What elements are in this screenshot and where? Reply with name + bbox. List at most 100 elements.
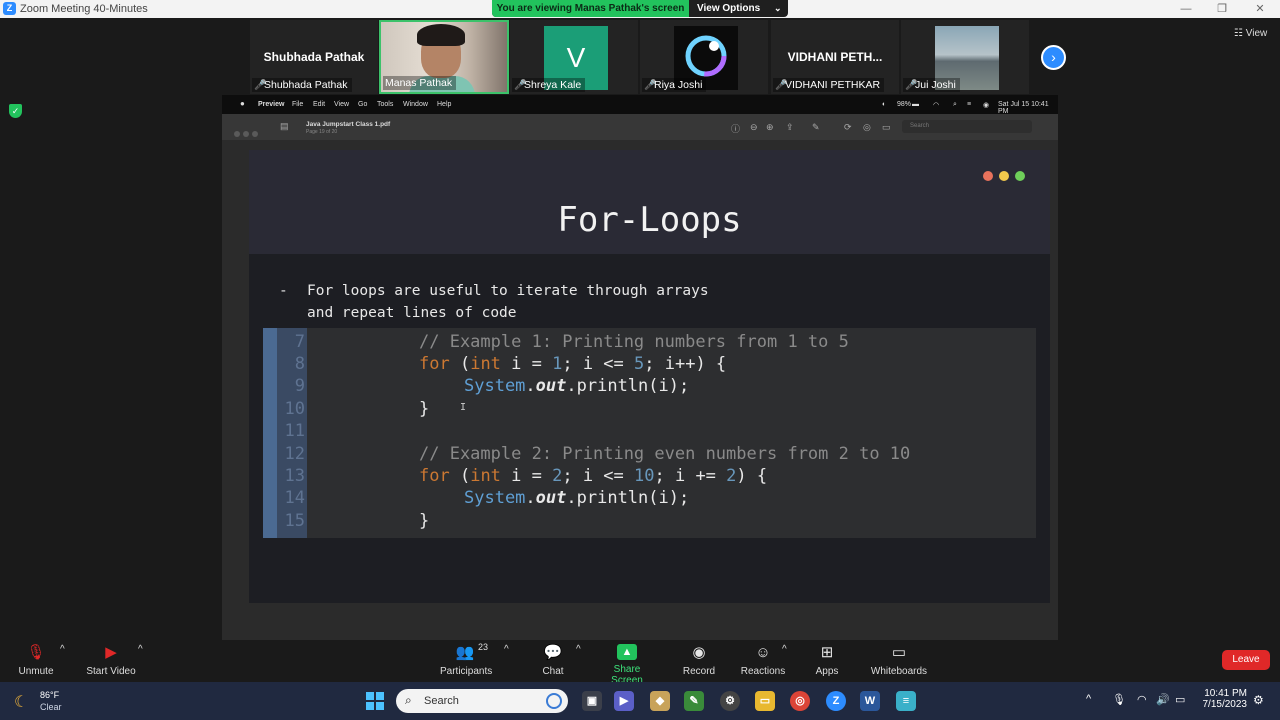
participant-nameplate: 🎤Shubhada Pathak — [252, 78, 352, 92]
wifi-icon[interactable]: ◠ — [1137, 693, 1147, 706]
dot-red — [983, 171, 993, 181]
moon-icon: ☾ — [14, 694, 29, 711]
line-number: 7 — [294, 332, 305, 352]
participant-tile-jui[interactable]: 🎤Jui Joshi — [901, 20, 1029, 94]
participant-nameplate: 🎤Riya Joshi — [642, 78, 707, 92]
video-options-chevron-icon[interactable]: ^ — [138, 644, 143, 655]
code-line: for (int i = 2; i <= 10; i += 2) { — [419, 466, 768, 486]
participant-nameplate: 🎤Jui Joshi — [903, 78, 960, 92]
record-icon: ◉ — [692, 644, 706, 661]
menu-app-name: Preview — [258, 101, 285, 108]
apps-button[interactable]: ⊞ Apps — [814, 644, 840, 677]
participant-tile-shreya[interactable]: V 🎤Shreya Kale — [510, 20, 638, 94]
notepad-icon[interactable]: ≡ — [896, 691, 916, 711]
teams-icon[interactable]: ▶ — [614, 691, 634, 711]
shared-screen: ● Preview File Edit View Go Tools Window… — [222, 95, 1058, 640]
line-number: 9 — [294, 376, 305, 396]
start-video-button[interactable]: ▶ Start Video — [86, 644, 136, 677]
chat-button[interactable]: 💬 Chat — [540, 644, 566, 677]
word-icon[interactable]: W — [860, 691, 880, 711]
leave-meeting-button[interactable]: Leave — [1222, 650, 1270, 670]
file-explorer-like-icon[interactable]: ◆ — [650, 691, 670, 711]
screen-share-banner: You are viewing Manas Pathak's screen Vi… — [492, 0, 788, 17]
taskbar-search-input[interactable]: ⌕ Search — [396, 689, 568, 713]
next-page-button[interactable]: › — [1041, 45, 1066, 70]
zoom-in-icon: ⊕ — [766, 122, 774, 132]
code-block: 7 8 9 10 11 12 13 14 15 // Example 1: Pr… — [263, 328, 1036, 538]
slide-header: For-Loops — [249, 150, 1050, 254]
code-comment: // Example 1: Printing numbers from 1 to… — [419, 332, 849, 352]
menu-item-tools: Tools — [377, 101, 394, 108]
chat-chevron-icon[interactable]: ^ — [576, 644, 581, 655]
markup-icon: ✎ — [812, 122, 820, 132]
menu-item-edit: Edit — [313, 101, 326, 108]
bing-icon — [546, 693, 562, 709]
view-layout-button[interactable]: ☷ View — [1234, 28, 1267, 39]
folder-icon[interactable]: ▭ — [755, 691, 775, 711]
muted-mic-icon: 🎤 — [775, 80, 788, 91]
sidebar-icon: ▤ — [280, 121, 289, 131]
document-title: Java Jumpstart Class 1.pdf — [306, 121, 391, 128]
record-button[interactable]: ◉ Record — [682, 644, 716, 677]
task-view-icon[interactable]: ▣ — [582, 691, 602, 711]
page-indicator: Page 19 of 20 — [306, 129, 338, 135]
menu-item-view: View — [334, 101, 350, 108]
dot-green — [1015, 171, 1025, 181]
app-icon[interactable]: ✎ — [684, 691, 704, 711]
view-options-button[interactable]: View Options — [697, 0, 760, 17]
unmute-button[interactable]: 🎙 Unmute — [18, 644, 54, 677]
code-line: for (int i = 1; i <= 5; i++) { — [419, 354, 727, 374]
minimize-button[interactable]: — — [1176, 2, 1196, 16]
reactions-chevron-icon[interactable]: ^ — [782, 644, 787, 655]
video-off-icon: ▶ — [105, 644, 117, 661]
control-center-icon: ≡ — [967, 101, 972, 108]
participant-video-hair — [417, 24, 465, 46]
maximize-button[interactable]: ❐ — [1212, 2, 1232, 16]
muted-mic-icon: 🎤 — [514, 80, 527, 91]
settings-icon[interactable]: ⚙ — [720, 691, 740, 711]
participants-chevron-icon[interactable]: ^ — [504, 644, 509, 655]
text-cursor-icon: I — [460, 402, 467, 413]
volume-icon[interactable]: 🔊 — [1156, 693, 1170, 706]
battery-icon[interactable]: ▭ — [1175, 693, 1185, 706]
menu-item-go: Go — [358, 101, 368, 108]
participant-tile-shubhada[interactable]: Shubhada Pathak 🎤Shubhada Pathak — [250, 20, 378, 94]
participant-tile-manas[interactable]: Manas Pathak — [379, 20, 509, 94]
close-window-button[interactable]: ✕ — [1250, 2, 1270, 16]
participants-count: 23 — [478, 642, 489, 652]
info-icon: ⓘ — [731, 124, 741, 134]
chevron-down-icon[interactable]: ⌄ — [774, 0, 782, 17]
mac-menu-bar: ● Preview File Edit View Go Tools Window… — [222, 95, 1058, 115]
windows-start-icon[interactable] — [366, 692, 384, 710]
apps-icon: ⊞ — [820, 644, 834, 661]
muted-mic-icon: 🎤 — [254, 80, 267, 91]
form-icon: ▭ — [882, 122, 891, 132]
share-screen-icon: ▲ — [617, 644, 637, 660]
search-icon: ⌕ — [953, 101, 957, 108]
apple-icon: ● — [240, 99, 245, 108]
microphone-icon[interactable]: 🎙 — [1112, 693, 1126, 706]
whiteboards-button[interactable]: ▭ Whiteboards — [870, 644, 928, 677]
search-placeholder: Search — [424, 695, 459, 707]
participant-display-name: VIDHANI PETH... — [787, 50, 883, 64]
chrome-icon[interactable]: ◎ — [790, 691, 810, 711]
battery-label: 98% — [897, 101, 912, 108]
audio-options-chevron-icon[interactable]: ^ — [60, 644, 65, 655]
weather-temperature: 86°F — [40, 690, 60, 700]
notification-icon[interactable]: ⚙ — [1253, 693, 1264, 707]
participant-tile-riya[interactable]: 🎤Riya Joshi — [640, 20, 768, 94]
share-screen-button[interactable]: ▲ Share Screen — [598, 644, 656, 686]
participants-button[interactable]: 👥 23 Participants — [440, 642, 492, 677]
line-number: 14 — [284, 488, 305, 508]
share-icon: ⇪ — [786, 122, 794, 132]
bullet-text: For loops are useful to iterate through … — [307, 283, 709, 321]
taskbar-clock[interactable]: 10:41 PM 7/15/2023 — [1197, 688, 1248, 710]
zoom-icon[interactable]: Z — [826, 691, 846, 711]
whiteboard-icon: ▭ — [891, 644, 907, 661]
participant-tile-vidhani[interactable]: VIDHANI PETH... 🎤VIDHANI PETHKAR — [771, 20, 899, 94]
clock-time: 10:41 PM — [1204, 688, 1247, 699]
security-shield-icon[interactable]: ✓ — [9, 104, 22, 118]
battery-icon: ▬ — [912, 101, 919, 108]
tray-overflow-icon[interactable]: ^ — [1086, 693, 1091, 705]
reactions-button[interactable]: ☺ Reactions — [740, 644, 786, 677]
